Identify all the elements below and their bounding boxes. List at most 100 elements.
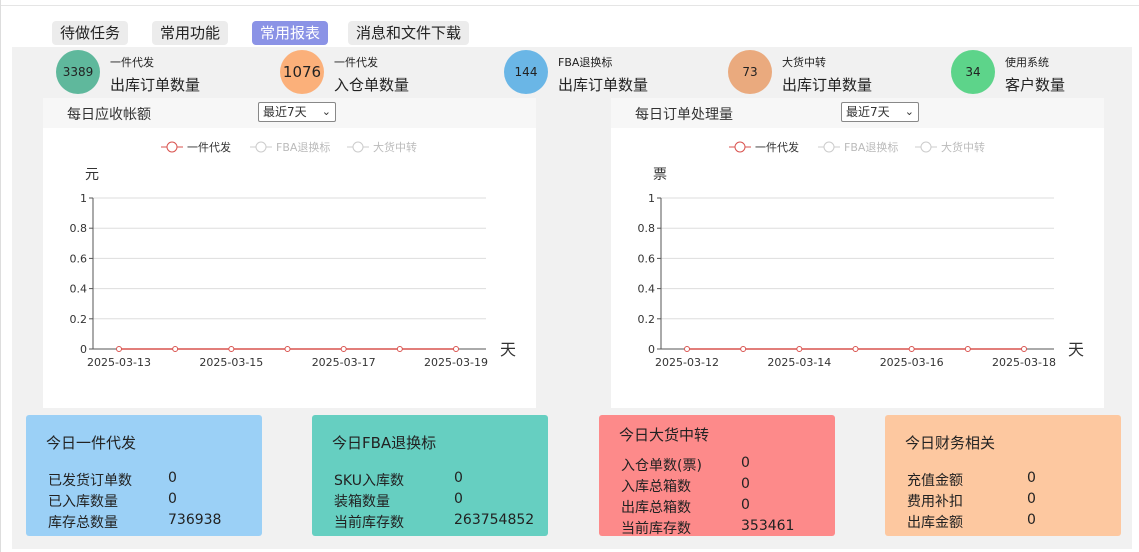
card-row-label: SKU入库数 <box>334 473 404 489</box>
y-axis-label: 票 <box>653 167 667 183</box>
legend-item-1: 一件代发 <box>161 140 231 154</box>
data-point <box>1021 346 1027 352</box>
y-axis-label: 元 <box>85 167 99 183</box>
data-point <box>453 346 459 352</box>
chart-daily-receivable: 每日应收帐额 最近7天 ⌄ 一件代发 FBA退换标 大货中转元 0 0.2 0.4 0.6 0… <box>43 98 536 408</box>
stat-circle: 144 <box>504 50 548 94</box>
legend-marker <box>255 141 267 153</box>
card-row-value: 353461 <box>741 518 795 534</box>
card-row-value: 0 <box>454 491 463 507</box>
stat-main-label: 出库订单数量 <box>110 76 201 94</box>
legend-label: 一件代发 <box>755 140 799 154</box>
legend-marker <box>166 141 178 153</box>
legend-marker <box>920 141 932 153</box>
card-finance-today: 今日财务相关 充值金额 0 费用补扣 0 出库金额 0 <box>885 415 1121 536</box>
chart-plot: 一件代发 FBA退换标 大货中转元 0 0.2 0.4 0.6 0.8 1 天 2025-03-13… <box>70 140 517 369</box>
y-tick-label: 1 <box>80 192 87 205</box>
tab-todo[interactable]: 待做任务 <box>52 21 129 45</box>
stat-circle: 34 <box>951 50 995 94</box>
data-point <box>172 346 179 352</box>
range-select-value: 最近7天 <box>846 105 890 119</box>
chevron-down-icon: ⌄ <box>321 105 331 118</box>
range-select[interactable]: 最近7天 ⌄ <box>841 102 919 122</box>
stat-main-label: 入仓单数量 <box>334 76 410 94</box>
y-tick-label: 0.6 <box>70 252 88 265</box>
y-tick-label: 0.8 <box>70 222 88 235</box>
legend-item-2: FBA退换标 <box>250 140 330 154</box>
data-point <box>852 346 859 352</box>
card-title: 今日大货中转 <box>619 426 710 444</box>
data-point <box>340 346 347 352</box>
stat-circle: 73 <box>728 50 772 94</box>
card-fba-today: 今日FBA退换标 SKU入库数 0 装箱数量 0 当前库存数 263754852 <box>312 415 548 536</box>
card-row-label: 出库金额 <box>907 515 963 531</box>
card-row-value: 0 <box>1027 512 1036 528</box>
data-point <box>908 346 915 352</box>
y-tick-label: 0.2 <box>638 313 656 326</box>
chart-title: 每日应收帐额 <box>67 107 151 123</box>
x-tick-label: 2025-03-17 <box>312 356 376 369</box>
range-select-value: 最近7天 <box>263 105 307 119</box>
card-bulk-today: 今日大货中转 入仓单数(票) 0 入库总箱数 0 出库总箱数 0 当前库存数 3… <box>599 415 835 537</box>
y-tick-label: 0.8 <box>638 222 656 235</box>
y-tick-label: 0 <box>648 343 655 356</box>
card-row-label: 装箱数量 <box>334 494 390 510</box>
stat-circle: 3389 <box>56 50 100 94</box>
data-point <box>228 346 235 352</box>
left-border <box>0 0 1 552</box>
card-row-label: 已入库数量 <box>48 494 118 510</box>
chart-title: 每日订单处理量 <box>635 107 733 123</box>
stat-sub-label: 大货中转 <box>782 56 826 69</box>
y-tick-label: 1 <box>648 192 655 205</box>
tab-messages-downloads[interactable]: 消息和文件下载 <box>348 21 470 45</box>
card-row-label: 当前库存数 <box>334 515 404 531</box>
top-border <box>0 0 1139 6</box>
legend-item-2: FBA退换标 <box>818 140 898 154</box>
card-row-label: 费用补扣 <box>907 494 963 510</box>
y-tick-label: 0.4 <box>70 283 88 296</box>
card-title: 今日FBA退换标 <box>332 434 437 452</box>
card-row-label: 已发货订单数 <box>48 473 132 489</box>
stat-sub-label: 一件代发 <box>334 56 378 69</box>
stat-main-label: 客户数量 <box>1005 76 1066 94</box>
y-tick-label: 0.2 <box>70 313 88 326</box>
x-tick-label: 2025-03-15 <box>199 356 263 369</box>
card-row-value: 0 <box>741 476 750 492</box>
x-tick-label: 2025-03-19 <box>424 356 488 369</box>
legend-item-1: 一件代发 <box>729 140 799 154</box>
x-tick-label: 2025-03-14 <box>767 356 831 369</box>
card-title: 今日财务相关 <box>905 434 996 452</box>
y-tick-label: 0 <box>80 343 87 356</box>
card-row-value: 263754852 <box>454 512 535 528</box>
data-point <box>396 346 403 352</box>
legend-marker <box>823 141 835 153</box>
range-select[interactable]: 最近7天 ⌄ <box>258 102 336 122</box>
data-point <box>964 346 971 352</box>
card-row-label: 当前库存数 <box>621 521 691 537</box>
legend-label: FBA退换标 <box>844 140 898 154</box>
card-row-value: 0 <box>741 497 750 513</box>
legend-label: FBA退换标 <box>276 140 330 154</box>
data-point <box>284 346 291 352</box>
card-title: 今日一件代发 <box>46 434 137 452</box>
y-tick-label: 0.4 <box>638 283 656 296</box>
x-axis-label: 天 <box>1068 340 1084 359</box>
x-tick-label: 2025-03-16 <box>880 356 944 369</box>
legend-label: 大货中转 <box>941 140 985 154</box>
data-point <box>684 346 690 352</box>
x-tick-label: 2025-03-12 <box>655 356 719 369</box>
tab-common-reports[interactable]: 常用报表 <box>252 21 329 45</box>
legend-item-3: 大货中转 <box>915 140 985 154</box>
card-row-value: 0 <box>1027 470 1036 486</box>
x-axis-label: 天 <box>500 340 516 359</box>
tab-common-functions[interactable]: 常用功能 <box>152 21 229 45</box>
chart-daily-orders: 每日订单处理量 最近7天 ⌄ 一件代发 FBA退换标 大货中转票 0 0.2 0.4 0.6… <box>611 98 1104 408</box>
chevron-down-icon: ⌄ <box>904 105 914 118</box>
x-tick-label: 2025-03-18 <box>992 356 1056 369</box>
legend-marker <box>352 141 364 153</box>
data-point <box>796 346 803 352</box>
card-dropship-today: 今日一件代发 已发货订单数 0 已入库数量 0 库存总数量 736938 <box>26 415 262 536</box>
data-point <box>740 346 747 352</box>
card-row-label: 库存总数量 <box>48 515 118 531</box>
legend-label: 大货中转 <box>373 140 417 154</box>
